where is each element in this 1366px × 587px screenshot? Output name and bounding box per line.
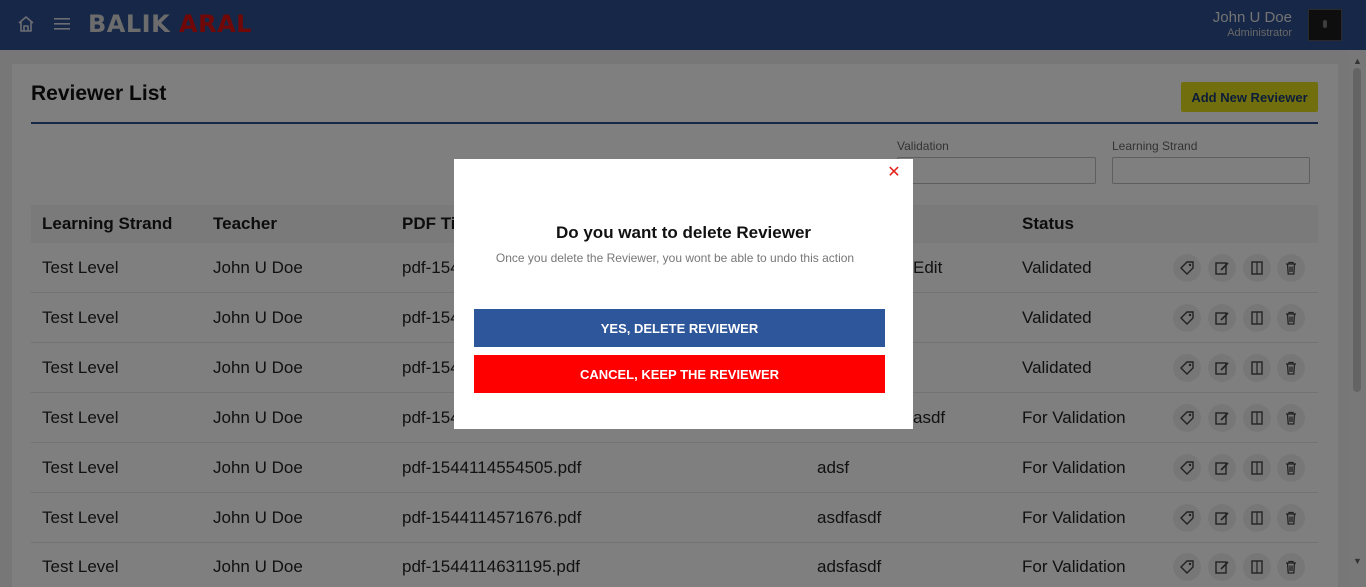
cancel-delete-button[interactable]: CANCEL, KEEP THE REVIEWER xyxy=(474,355,885,393)
dialog-title: Do you want to delete Reviewer xyxy=(555,223,812,242)
delete-confirm-dialog: ✕ Do you want to delete Reviewer Once yo… xyxy=(454,159,913,429)
dialog-message: Once you delete the Reviewer, you wont b… xyxy=(495,251,855,265)
close-icon[interactable]: ✕ xyxy=(886,165,902,181)
confirm-delete-button[interactable]: YES, DELETE REVIEWER xyxy=(474,309,885,347)
